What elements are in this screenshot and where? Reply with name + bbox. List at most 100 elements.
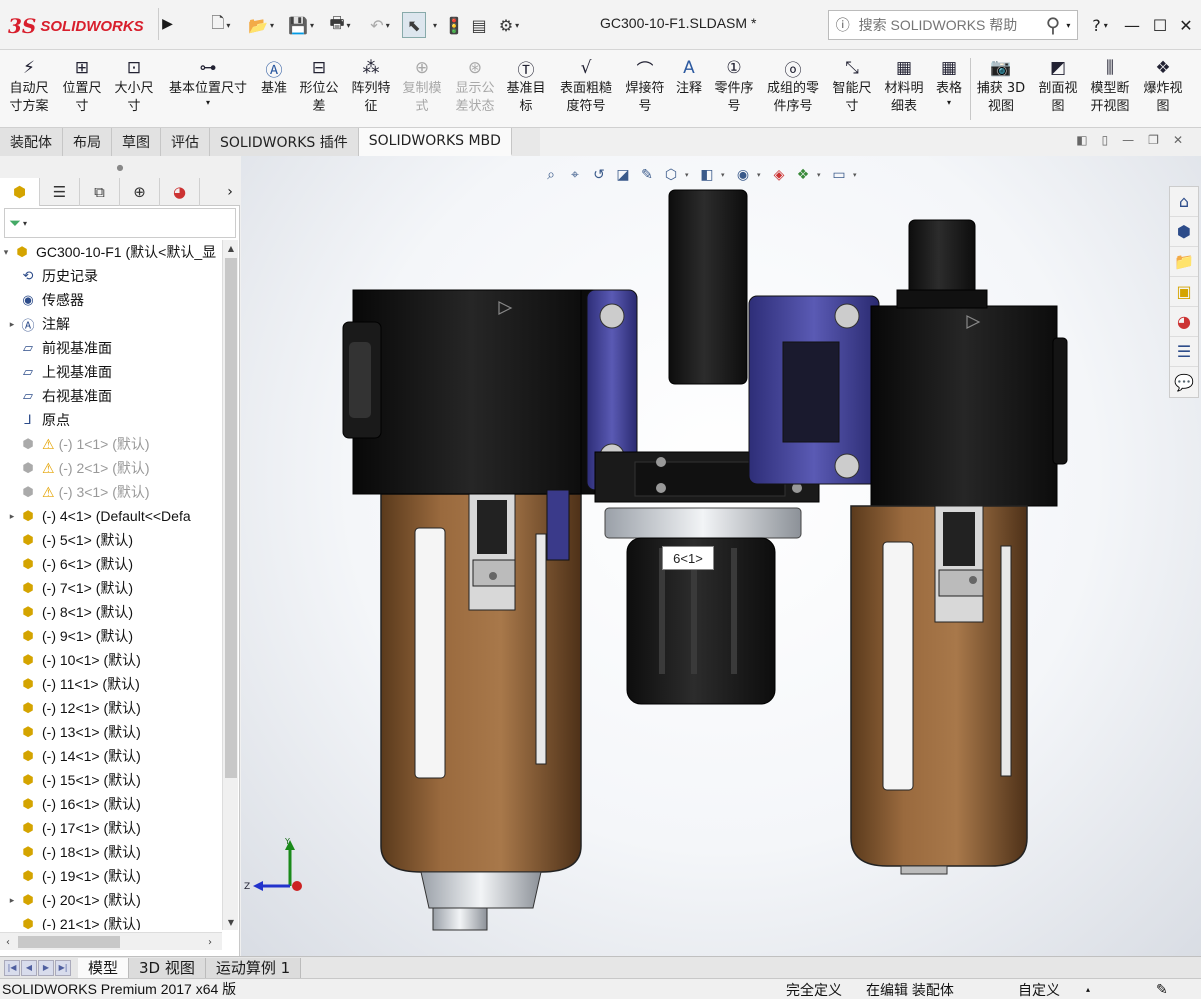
restore-pane-icon[interactable]: ◧ [1076,133,1087,147]
tab-0[interactable]: 装配体 [0,128,63,156]
scroll-down-icon[interactable]: ▼ [223,914,239,930]
tree-item[interactable]: ⬢ (-) 16<1> (默认) [0,792,222,816]
property-manager-tab[interactable]: ☰ [40,178,80,206]
chevron-up-icon[interactable]: ▴ [1086,980,1090,999]
tile-icon[interactable]: ▯ [1102,133,1109,147]
tree-item[interactable]: ⬢ (-) 12<1> (默认) [0,696,222,720]
model-tab-1[interactable]: 3D 视图 [129,957,206,978]
section-view-icon[interactable]: ◪ [613,164,633,186]
prev-tab-icon[interactable]: ◀ [21,959,37,976]
maximize-button[interactable]: ☐ [1148,12,1172,38]
cmd-button-geometric-tolerance[interactable]: ⊟ 形位公 差 [292,56,346,124]
tree-item[interactable]: ⬢ (-) 13<1> (默认) [0,720,222,744]
tree-vertical-scrollbar[interactable]: ▲ ▼ [222,240,238,930]
tree-filter[interactable]: ⏷ ▾ [4,208,236,238]
forum-icon[interactable]: 💬 [1170,367,1198,397]
expand-toggle-icon[interactable]: ▸ [6,319,18,330]
cmd-button-stacked-balloon[interactable]: ⓞ 成组的零 件序号 [760,56,826,124]
model-tab-2[interactable]: 运动算例 1 [205,957,302,978]
chevron-down-icon[interactable]: ▾ [347,21,351,30]
tree-horizontal-scrollbar[interactable]: ‹ › [0,932,222,950]
tree-item[interactable]: ⬢ ⚠ (-) 1<1> (默认) [0,432,222,456]
tree-item[interactable]: ⬢ (-) 21<1> (默认) [0,912,222,930]
cmd-button-model-break-view[interactable]: ⫼ 模型断 开视图 [1082,56,1138,124]
select-dropdown[interactable]: ▾ [428,12,440,38]
open-button[interactable]: 📂 ▾ [246,12,276,38]
tab-5[interactable]: SOLIDWORKS MBD [358,128,512,156]
tree-item[interactable]: ▱ 右视基准面 [0,384,222,408]
file-explorer-icon[interactable]: ▣ [1170,277,1198,307]
dynamic-annotation-icon[interactable]: ✎ [637,164,657,186]
3d-content-central-icon[interactable]: ⬢ [1170,217,1198,247]
chevron-down-icon[interactable]: ▾ [206,98,210,107]
model-tab-0[interactable]: 模型 [78,957,130,978]
tree-item[interactable]: ⬢ (-) 9<1> (默认) [0,624,222,648]
custom-properties-icon[interactable]: ☰ [1170,337,1198,367]
design-library-icon[interactable]: 📁 [1170,247,1198,277]
tree-item[interactable]: ⬢ (-) 11<1> (默认) [0,672,222,696]
tree-item[interactable]: ▾ ⬢ GC300-10-F1 (默认<默认_显 [0,240,222,264]
cmd-button-surface-finish[interactable]: √ 表面粗糙 度符号 [554,56,618,124]
chevron-down-icon[interactable]: ▾ [721,171,729,179]
cmd-button-auto-dimension[interactable]: ⚡ 自动尺 寸方案 [4,56,54,124]
tab-1[interactable]: 布局 [63,128,112,156]
tree-item[interactable]: ⬢ ⚠ (-) 2<1> (默认) [0,456,222,480]
expand-toggle-icon[interactable]: ▸ [6,895,18,906]
tree-item[interactable]: ⬢ ⚠ (-) 3<1> (默认) [0,480,222,504]
tree-item[interactable]: ⬢ (-) 15<1> (默认) [0,768,222,792]
print-button[interactable]: 🖶 ▾ [324,12,356,38]
cmd-button-weld-symbol[interactable]: ⌒ 焊接符 号 [620,56,670,124]
solidworks-logo[interactable]: 3S SOLIDWORKS [8,12,154,40]
cmd-button-copy-scheme[interactable]: ⊕ 复制模 式 [396,56,448,124]
tree-item[interactable]: ⬢ (-) 5<1> (默认) [0,528,222,552]
home-icon[interactable]: ⌂ [1170,187,1198,217]
search-icon[interactable]: ⚲ [1040,13,1067,37]
cmd-button-section-view[interactable]: ◩ 剖面视 图 [1032,56,1084,124]
search-input[interactable] [852,17,1040,33]
tree-item[interactable]: ⟲ 历史记录 [0,264,222,288]
graphics-viewport[interactable]: 6<1> Y Z ⌕ ⌖ ↺ ◪ ✎ ⬡ ▾ ◧ ▾ ◉ ▾ ◈ ❖ ▾ ▭ ▾ ⌂ ⬢ … [241,156,1201,956]
dimxpert-manager-tab[interactable]: ⊕ [120,178,160,206]
chevron-down-icon[interactable]: ▾ [947,98,951,107]
close-button[interactable]: ✕ [1174,12,1198,38]
tree-item[interactable]: ⬢ (-) 14<1> (默认) [0,744,222,768]
tree-item[interactable]: ⬢ (-) 19<1> (默认) [0,864,222,888]
tab-3[interactable]: 评估 [161,128,210,156]
hide-show-items-icon[interactable]: ◉ [733,164,753,186]
cmd-button-note[interactable]: A 注释 [672,56,706,124]
cmd-button-size-dimension[interactable]: ⊡ 大小尺 寸 [110,56,158,124]
previous-view-icon[interactable]: ↺ [589,164,609,186]
chevron-down-icon[interactable]: ▾ [853,171,861,179]
cmd-button-basic-location-dimension[interactable]: ⊶ 基本位置尺寸 ▾ [162,56,254,124]
chevron-down-icon[interactable]: ▾ [386,21,390,30]
new-document-button[interactable]: 🗋 ▾ [206,12,236,38]
last-tab-icon[interactable]: ▶| [55,959,71,976]
display-manager-tab[interactable]: ◕ [160,178,200,206]
chevron-down-icon[interactable]: ▾ [817,171,825,179]
scroll-thumb[interactable] [18,936,120,948]
status-units[interactable]: 自定义 [1018,980,1060,999]
tree-item[interactable]: ▸ ⬢ (-) 20<1> (默认) [0,888,222,912]
cmd-button-datum-target[interactable]: Ⓣ 基准目 标 [502,56,550,124]
view-orientation-icon[interactable]: ⬡ [661,164,681,186]
configuration-manager-tab[interactable]: ⧉ [80,178,120,206]
scroll-right-icon[interactable]: › [202,933,218,951]
expand-toggle-icon[interactable]: ▾ [0,247,12,258]
restore-doc-icon[interactable]: ❐ [1148,133,1159,147]
minimize-doc-icon[interactable]: — [1122,133,1134,147]
chevron-down-icon[interactable]: ▾ [685,171,693,179]
select-button[interactable]: ⬉ [402,12,426,38]
chevron-down-icon[interactable]: ▾ [1066,21,1077,30]
cmd-button-pattern-feature[interactable]: ⁂ 阵列特 征 [346,56,396,124]
cmd-button-table[interactable]: ▦ 表格 ▾ [930,56,968,124]
tree-item[interactable]: ⬢ (-) 17<1> (默认) [0,816,222,840]
tree-item[interactable]: ⬢ (-) 7<1> (默认) [0,576,222,600]
search-box[interactable]: ⓘ ⚲ ▾ [828,10,1078,40]
cmd-button-balloon[interactable]: ① 零件序 号 [708,56,760,124]
scroll-up-icon[interactable]: ▲ [223,240,239,256]
scroll-left-icon[interactable]: ‹ [0,933,16,951]
cmd-button-tolerance-status[interactable]: ⊛ 显示公 差状态 [448,56,502,124]
cmd-button-smart-dimension[interactable]: ⤡ 智能尺 寸 [828,56,876,124]
chevron-down-icon[interactable]: ▾ [310,21,314,30]
panel-grip[interactable]: ● [0,156,240,178]
